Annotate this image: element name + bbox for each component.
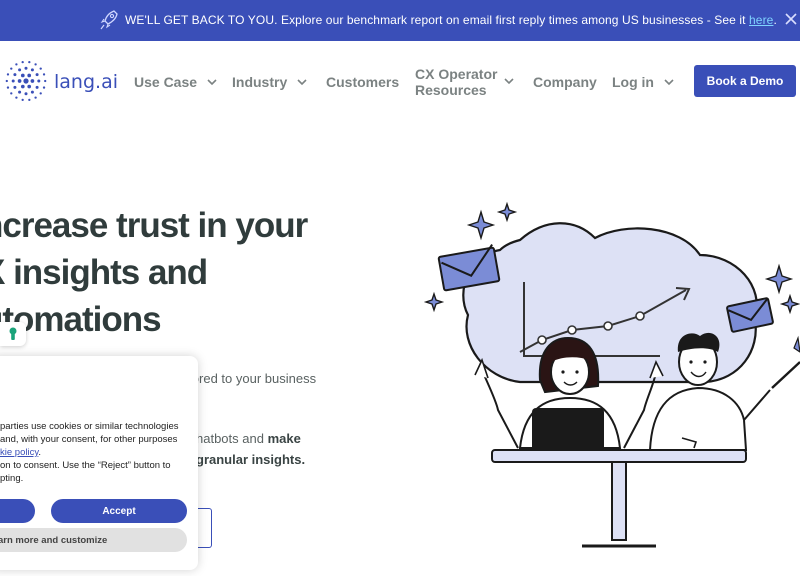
hero-illustration (423, 201, 800, 548)
chevron-down-icon (207, 78, 217, 85)
chevron-down-icon (504, 78, 514, 85)
rocket-icon (100, 10, 118, 30)
main-nav: lang.ai Use Case Industry Customers CX O… (0, 41, 800, 123)
nav-company[interactable]: Company (533, 74, 597, 90)
close-icon[interactable] (784, 12, 798, 26)
chevron-down-icon (297, 78, 307, 85)
keyhole-icon (9, 327, 17, 340)
nav-customers[interactable]: Customers (326, 74, 399, 90)
chevron-down-icon (664, 78, 674, 85)
cookie-policy-link[interactable]: kie policy (0, 447, 38, 458)
nav-cx-operator-resources[interactable]: CX Operator Resources (415, 66, 497, 98)
cookie-consent-dialog: parties use cookies or similar technolog… (0, 356, 198, 570)
learn-more-button[interactable]: arn more and customize (0, 528, 187, 552)
book-demo-button[interactable]: Book a Demo (694, 65, 796, 97)
logo-text[interactable]: lang.ai (54, 71, 118, 93)
table-icon (491, 449, 747, 548)
reject-button[interactable] (0, 499, 35, 523)
hero-subtitle: ilored to your business (186, 371, 317, 386)
nav-industry[interactable]: Industry (232, 74, 307, 90)
hero-headline: ncrease trust in your X insights and uto… (0, 206, 308, 339)
hero-description: hatbots and make (196, 431, 301, 446)
banner-link[interactable]: here (749, 13, 773, 27)
cookie-text: parties use cookies or similar technolog… (0, 421, 179, 484)
banner-text: WE'LL GET BACK TO YOU. Explore our bench… (125, 13, 777, 27)
cookie-settings-tab[interactable] (0, 322, 26, 346)
lang-ai-logo-icon[interactable] (4, 59, 48, 103)
announcement-banner: WE'LL GET BACK TO YOU. Explore our bench… (0, 0, 800, 41)
accept-button[interactable]: Accept (51, 499, 187, 523)
hero-description-bold: granular insights. (196, 452, 306, 467)
nav-log-in[interactable]: Log in (612, 74, 674, 90)
nav-use-case[interactable]: Use Case (134, 74, 217, 90)
